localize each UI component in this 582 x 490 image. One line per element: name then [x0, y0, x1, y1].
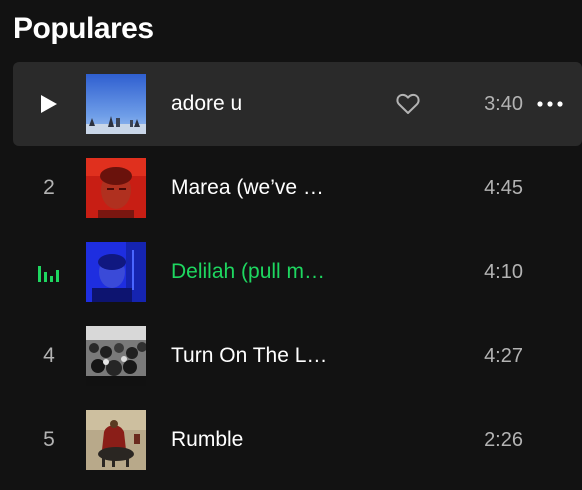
track-number: 5: [43, 428, 55, 451]
track-number: 4: [43, 344, 55, 367]
track-list: adore u 3:40 2 Marea (we’ve … 4:45 Delil…: [13, 62, 582, 482]
album-cover: [86, 326, 146, 386]
heart-outline-icon: [396, 93, 420, 114]
track-title[interactable]: adore u: [171, 62, 361, 146]
track-title[interactable]: Marea (we’ve …: [171, 146, 361, 230]
album-cover: [86, 74, 146, 134]
track-duration: 2:26: [484, 429, 523, 451]
like-button[interactable]: [393, 90, 423, 118]
more-options-button[interactable]: [533, 90, 567, 118]
album-art-image: [86, 74, 146, 134]
track-row[interactable]: Delilah (pull m… 4:10: [13, 230, 582, 314]
album-art-image: [86, 158, 146, 218]
album-cover: [86, 158, 146, 218]
track-title[interactable]: Turn On The L…: [171, 314, 361, 398]
section-title: Populares: [13, 12, 154, 45]
play-button[interactable]: [27, 62, 71, 146]
play-icon: [41, 95, 57, 113]
more-options-icon: [537, 101, 563, 107]
track-row[interactable]: adore u 3:40: [13, 62, 582, 146]
album-art-image: [86, 242, 146, 302]
track-row[interactable]: 5 Rumble 2:26: [13, 398, 582, 482]
track-duration: 3:40: [484, 93, 523, 115]
track-number: 2: [43, 176, 55, 199]
track-row[interactable]: 4 Turn On The L… 4:27: [13, 314, 582, 398]
album-art-image: [86, 326, 146, 386]
equalizer-icon: [38, 266, 59, 282]
track-row[interactable]: 2 Marea (we’ve … 4:45: [13, 146, 582, 230]
track-title[interactable]: Rumble: [171, 398, 361, 482]
track-duration: 4:10: [484, 261, 523, 283]
album-cover: [86, 410, 146, 470]
track-duration: 4:45: [484, 177, 523, 199]
track-title[interactable]: Delilah (pull m…: [171, 230, 361, 314]
album-art-image: [86, 410, 146, 470]
now-playing-indicator: [27, 230, 71, 314]
album-cover: [86, 242, 146, 302]
track-duration: 4:27: [484, 345, 523, 367]
